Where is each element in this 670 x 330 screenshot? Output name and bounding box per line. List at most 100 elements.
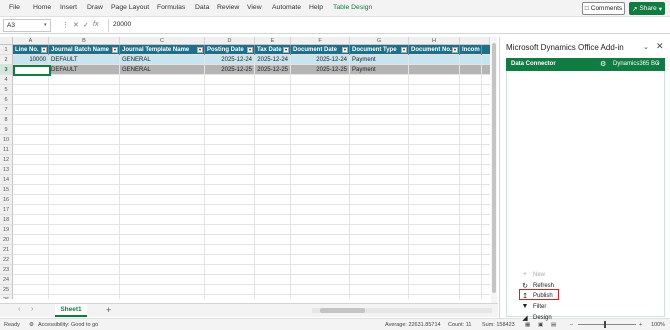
new-action[interactable]: + New [521, 270, 545, 279]
table-cell[interactable] [13, 115, 49, 125]
table-cell[interactable] [120, 255, 205, 265]
table-cell[interactable] [255, 115, 291, 125]
table-cell[interactable] [120, 225, 205, 235]
table-cell[interactable] [460, 55, 482, 65]
table-cell[interactable] [120, 245, 205, 255]
table-cell[interactable] [13, 255, 49, 265]
column-header-g[interactable]: G [350, 37, 409, 45]
table-cell[interactable] [409, 275, 460, 285]
table-cell[interactable] [13, 135, 49, 145]
table-cell[interactable] [120, 265, 205, 275]
table-cell[interactable] [255, 175, 291, 185]
table-row[interactable]: 10000 DEFAULT GENERAL 2025-12-24 2025-12-24 2… [13, 55, 490, 65]
table-cell[interactable] [255, 215, 291, 225]
table-cell[interactable] [291, 295, 350, 299]
table-cell[interactable] [460, 265, 482, 275]
table-cell[interactable] [409, 175, 460, 185]
row-header-16[interactable]: 16 [0, 195, 13, 205]
menu-home[interactable]: Home [33, 4, 51, 11]
empty-row[interactable] [13, 115, 490, 125]
table-cell[interactable] [205, 295, 255, 299]
zoom-level[interactable]: 100% [651, 322, 665, 328]
page-layout-view-icon[interactable]: ▣ [538, 322, 543, 328]
row-header-10[interactable]: 10 [0, 135, 13, 145]
table-cell[interactable] [255, 185, 291, 195]
table-cell[interactable] [409, 265, 460, 275]
empty-row[interactable] [13, 175, 490, 185]
table-cell[interactable] [205, 205, 255, 215]
normal-view-icon[interactable]: ▦ [525, 322, 530, 328]
table-cell[interactable] [350, 135, 409, 145]
table-cell[interactable] [120, 185, 205, 195]
table-row[interactable]: 20000DEFAULTGENERAL2025-12-252025-12-252… [13, 65, 490, 75]
table-header-cell[interactable]: Journal Batch Name ▾ [49, 45, 120, 55]
table-cell[interactable] [291, 175, 350, 185]
table-cell[interactable] [409, 55, 460, 65]
table-cell[interactable]: Payment [350, 55, 409, 65]
table-cell[interactable] [409, 245, 460, 255]
table-cell[interactable] [291, 275, 350, 285]
table-cell[interactable] [350, 225, 409, 235]
select-all-corner[interactable] [0, 37, 13, 45]
filter-action[interactable]: ▼ Filter [521, 302, 547, 311]
row-header-19[interactable]: 19 [0, 225, 13, 235]
table-cell[interactable] [409, 85, 460, 95]
filter-dropdown-icon[interactable]: ▾ [247, 47, 253, 53]
row-header-21[interactable]: 21 [0, 245, 13, 255]
comments-button[interactable]: □ Comments [582, 2, 625, 15]
table-cell[interactable] [291, 255, 350, 265]
table-cell[interactable] [255, 225, 291, 235]
row-header-15[interactable]: 15 [0, 185, 13, 195]
table-cell[interactable] [120, 165, 205, 175]
table-cell[interactable]: 2025-12-24 [255, 55, 291, 65]
table-cell[interactable] [350, 235, 409, 245]
table-cell[interactable] [205, 105, 255, 115]
accessibility-status[interactable]: Accessibility: Good to go [38, 322, 98, 328]
row-header-17[interactable]: 17 [0, 205, 13, 215]
menu-draw[interactable]: Draw [87, 4, 103, 11]
table-cell[interactable] [409, 165, 460, 175]
table-cell[interactable] [120, 95, 205, 105]
table-cell[interactable] [49, 125, 120, 135]
table-cell[interactable] [13, 275, 49, 285]
table-cell[interactable] [255, 105, 291, 115]
table-cell[interactable] [350, 215, 409, 225]
table-cell[interactable] [350, 205, 409, 215]
table-cell[interactable] [13, 245, 49, 255]
table-cell[interactable] [205, 145, 255, 155]
table-cell[interactable] [13, 215, 49, 225]
filter-dropdown-icon[interactable]: ▾ [401, 47, 407, 53]
table-cell[interactable] [350, 165, 409, 175]
table-cell[interactable] [49, 185, 120, 195]
table-header-row[interactable]: Line No. ▾ Journal Batch Name ▾ Journal Temp… [13, 45, 490, 55]
column-header-b[interactable]: B [49, 37, 120, 45]
table-cell[interactable] [291, 95, 350, 105]
table-cell[interactable] [460, 255, 482, 265]
table-cell[interactable] [291, 105, 350, 115]
empty-row[interactable] [13, 75, 490, 85]
table-cell[interactable] [291, 125, 350, 135]
design-action[interactable]: ◢ Design [521, 313, 551, 322]
formula-input[interactable]: 20000 [108, 19, 668, 32]
table-cell[interactable] [205, 245, 255, 255]
table-cell[interactable] [460, 115, 482, 125]
table-cell[interactable] [291, 165, 350, 175]
filter-dropdown-icon[interactable]: ▾ [197, 47, 203, 53]
horizontal-scroll-thumb[interactable] [320, 308, 365, 313]
table-cell[interactable] [49, 225, 120, 235]
table-cell[interactable] [350, 265, 409, 275]
row-header-8[interactable]: 8 [0, 115, 13, 125]
menu-page-layout[interactable]: Page Layout [111, 4, 149, 11]
empty-row[interactable] [13, 225, 490, 235]
empty-row[interactable] [13, 265, 490, 275]
table-cell[interactable] [49, 275, 120, 285]
zoom-slider[interactable] [578, 324, 636, 325]
row-header-6[interactable]: 6 [0, 95, 13, 105]
table-cell[interactable] [255, 125, 291, 135]
table-cell[interactable] [409, 105, 460, 115]
table-cell[interactable] [291, 115, 350, 125]
table-cell[interactable] [291, 195, 350, 205]
table-cell[interactable] [350, 85, 409, 95]
table-cell[interactable]: 2025-12-25 [291, 65, 350, 75]
row-header-2[interactable]: 2 [0, 55, 13, 65]
